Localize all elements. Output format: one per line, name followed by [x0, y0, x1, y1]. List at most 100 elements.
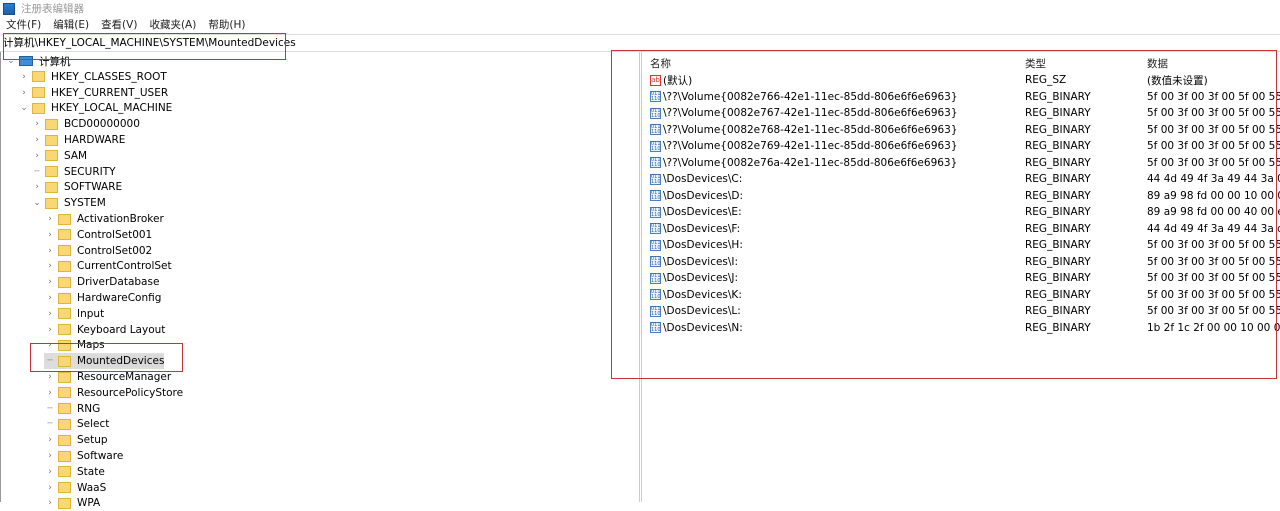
menu-edit[interactable]: 编辑(E) [47, 17, 95, 33]
value-data: 5f 00 3f 00 3f 00 5f 00 55 00 53 [1147, 90, 1280, 103]
tree-item[interactable]: › ResourceManager [44, 369, 171, 385]
folder-icon [45, 181, 58, 193]
value-row[interactable]: 011 110 \DosDevices\K: REG_BINARY 5f 00 3f 0… [650, 287, 1280, 303]
value-row[interactable]: 011 110 \DosDevices\F: REG_BINARY 44 4d 49 4… [650, 221, 1280, 237]
menu-help[interactable]: 帮助(H) [202, 17, 251, 33]
tree-item[interactable]: › SOFTWARE [31, 179, 122, 195]
value-row[interactable]: 011 110 \??\Volume{0082e769-42e1-11ec-85dd… [650, 138, 1280, 154]
binary-value-icon: 011 110 [650, 256, 661, 267]
tree-item[interactable]: ⌄ SYSTEM [31, 195, 106, 211]
tree-line-icon: ┄ [47, 419, 53, 430]
column-header-name[interactable]: 名称 [650, 56, 671, 72]
tree-item[interactable]: ⌄ 计算机 [5, 53, 70, 69]
value-row[interactable]: 011 110 \DosDevices\D: REG_BINARY 89 a9 98 f… [650, 188, 1280, 204]
chevron-right-icon[interactable]: › [44, 277, 56, 287]
tree-item[interactable]: › ResourcePolicyStore [44, 385, 183, 401]
tree-item[interactable]: › HardwareConfig [44, 290, 161, 306]
value-type: REG_BINARY [1025, 156, 1091, 169]
value-row[interactable]: 011 110 \??\Volume{0082e766-42e1-11ec-85dd… [650, 89, 1280, 105]
menu-favorites[interactable]: 收藏夹(A) [143, 17, 202, 33]
chevron-right-icon[interactable]: › [31, 135, 43, 145]
value-row[interactable]: 011 110 \DosDevices\L: REG_BINARY 5f 00 3f 0… [650, 303, 1280, 319]
value-data: 5f 00 3f 00 3f 00 5f 00 55 00 53 [1147, 107, 1280, 119]
value-row[interactable]: 011 110 \DosDevices\E: REG_BINARY 89 a9 98 f… [650, 204, 1280, 220]
value-row[interactable]: 011 110 \??\Volume{0082e767-42e1-11ec-85dd… [650, 105, 1280, 121]
tree-item[interactable]: › Maps [44, 337, 104, 353]
chevron-right-icon[interactable]: › [44, 372, 56, 382]
address-bar[interactable]: 计算机\HKEY_LOCAL_MACHINE\SYSTEM\MountedDev… [0, 34, 1280, 52]
tree-item[interactable]: › Software [44, 448, 123, 464]
tree-item[interactable]: › SAM [31, 148, 87, 164]
tree-item[interactable]: › ControlSet001 [44, 227, 152, 243]
value-row[interactable]: 011 110 \??\Volume{0082e76a-42e1-11ec-85dd… [650, 155, 1280, 171]
chevron-right-icon[interactable]: › [44, 467, 56, 477]
chevron-down-icon[interactable]: ⌄ [18, 103, 30, 113]
chevron-right-icon[interactable]: › [44, 309, 56, 319]
value-name: 011 110 \??\Volume{0082e768-42e1-11ec-85dd… [650, 124, 958, 136]
chevron-right-icon[interactable]: › [44, 435, 56, 445]
tree-item[interactable]: › WPA [44, 495, 100, 511]
value-name-text: (默认) [663, 74, 693, 87]
value-row[interactable]: 011 110 \DosDevices\C: REG_BINARY 44 4d 49 4… [650, 171, 1280, 187]
chevron-right-icon[interactable]: › [44, 261, 56, 271]
tree-item[interactable]: ┄ Select [44, 416, 109, 432]
folder-icon [58, 324, 71, 336]
chevron-down-icon[interactable]: ⌄ [5, 56, 17, 66]
chevron-right-icon[interactable]: › [44, 325, 56, 335]
tree-item[interactable]: › HARDWARE [31, 132, 125, 148]
chevron-right-icon[interactable]: › [31, 182, 43, 192]
folder-icon [58, 387, 71, 399]
chevron-right-icon[interactable]: › [44, 230, 56, 240]
tree-item[interactable]: › ActivationBroker [44, 211, 164, 227]
chevron-right-icon[interactable]: › [44, 214, 56, 224]
chevron-right-icon[interactable]: › [31, 119, 43, 129]
tree-item[interactable]: › CurrentControlSet [44, 258, 171, 274]
chevron-right-icon[interactable]: › [44, 246, 56, 256]
tree-item[interactable]: › State [44, 464, 105, 480]
chevron-right-icon[interactable]: › [31, 151, 43, 161]
column-header-type[interactable]: 类型 [1025, 56, 1046, 72]
chevron-right-icon[interactable]: › [44, 451, 56, 461]
tree-item[interactable]: › ControlSet002 [44, 243, 152, 259]
tree-item[interactable]: › HKEY_CLASSES_ROOT [18, 69, 167, 85]
tree-item[interactable]: › Keyboard Layout [44, 322, 165, 338]
tree-item-label: HardwareConfig [77, 292, 162, 304]
tree-item[interactable]: › Input [44, 306, 104, 322]
tree-item[interactable]: › DriverDatabase [44, 274, 159, 290]
tree-item[interactable]: ┄ SECURITY [31, 164, 115, 180]
chevron-down-icon[interactable]: ⌄ [31, 198, 43, 208]
chevron-right-icon[interactable]: › [18, 72, 30, 82]
chevron-right-icon[interactable]: › [44, 293, 56, 303]
menu-file[interactable]: 文件(F) [0, 17, 47, 33]
folder-icon [32, 71, 45, 83]
chevron-right-icon[interactable]: › [44, 388, 56, 398]
value-row[interactable]: 011 110 \DosDevices\I: REG_BINARY 5f 00 3f 0… [650, 254, 1280, 270]
tree-item[interactable]: ⌄ HKEY_LOCAL_MACHINE [18, 100, 172, 116]
value-data: 5f 00 3f 00 3f 00 5f 00 55 00 53 [1147, 140, 1280, 152]
value-name-text: \DosDevices\D: [663, 189, 744, 202]
values-pane[interactable]: 名称 类型 数据 ab (默认) REG_SZ (数值未设置) 011 110 \??\Vo… [641, 52, 1280, 502]
column-header-data[interactable]: 数据 [1147, 56, 1168, 72]
tree-item[interactable]: › WaaS [44, 480, 106, 496]
chevron-right-icon[interactable]: › [44, 498, 56, 508]
value-row[interactable]: 011 110 \DosDevices\J: REG_BINARY 5f 00 3f 0… [650, 270, 1280, 286]
value-name: 011 110 \DosDevices\C: [650, 173, 742, 185]
tree-item[interactable]: › HKEY_CURRENT_USER [18, 85, 168, 101]
key-tree[interactable]: ⌄ 计算机 › HKEY_CLASSES_ROOT › HKEY_CURRENT_USER… [0, 52, 640, 509]
folder-icon [58, 482, 71, 494]
value-row[interactable]: 011 110 \DosDevices\N: REG_BINARY 1b 2f 1c 2… [650, 320, 1280, 336]
tree-item[interactable]: ┄ MountedDevices [44, 353, 165, 370]
value-row[interactable]: 011 110 \??\Volume{0082e768-42e1-11ec-85dd… [650, 122, 1280, 138]
tree-line-icon: ┄ [47, 356, 53, 367]
menu-view[interactable]: 查看(V) [95, 17, 143, 33]
folder-icon [58, 229, 71, 241]
tree-item[interactable]: › BCD00000000 [31, 116, 140, 132]
chevron-right-icon[interactable]: › [44, 483, 56, 493]
value-row[interactable]: ab (默认) REG_SZ (数值未设置) [650, 72, 1280, 88]
tree-item-label: Keyboard Layout [77, 323, 166, 336]
tree-item[interactable]: › Setup [44, 432, 107, 448]
chevron-right-icon[interactable]: › [44, 340, 56, 350]
value-row[interactable]: 011 110 \DosDevices\H: REG_BINARY 5f 00 3f 0… [650, 237, 1280, 253]
chevron-right-icon[interactable]: › [18, 88, 30, 98]
tree-item[interactable]: ┄ RNG [44, 401, 100, 417]
